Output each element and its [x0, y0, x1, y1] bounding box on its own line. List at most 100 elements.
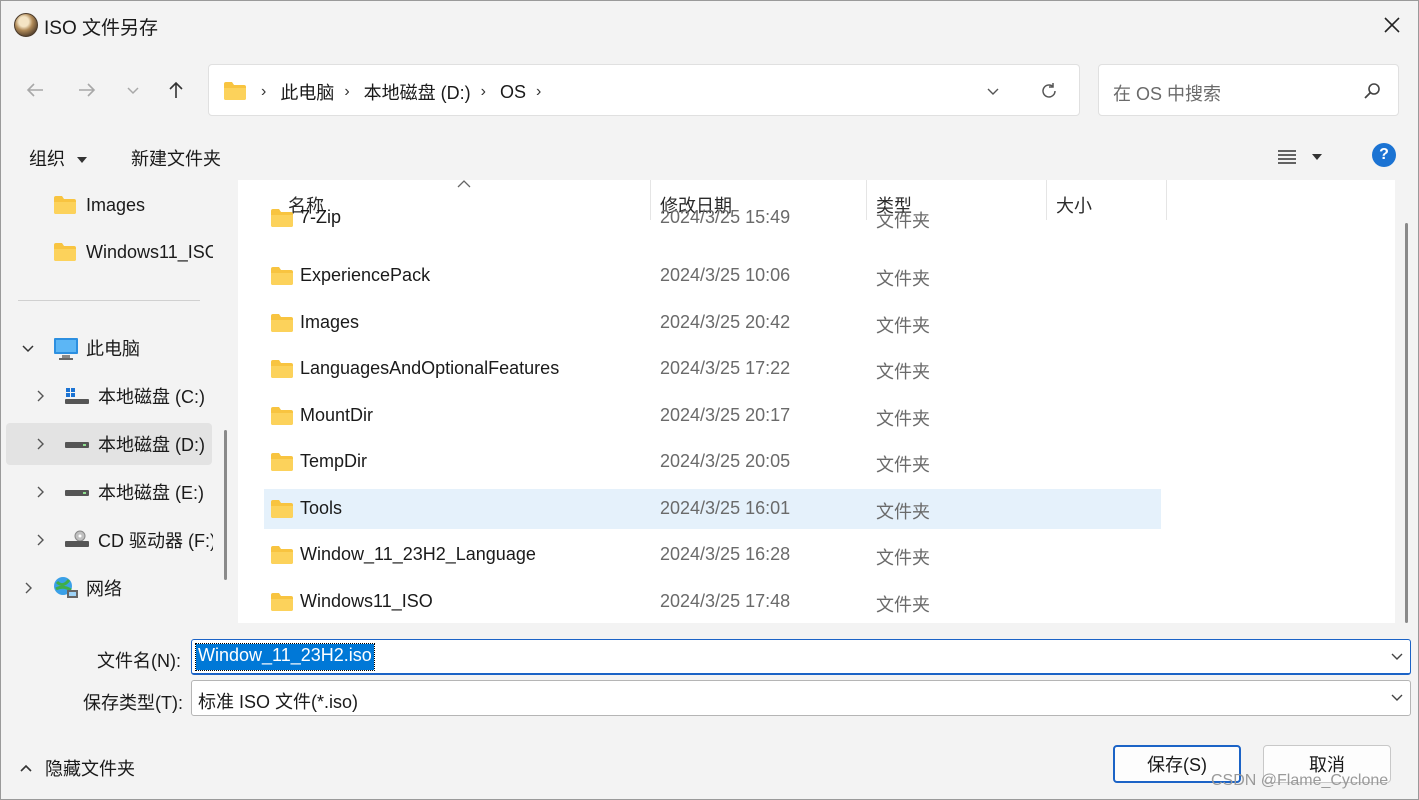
nav-item-network[interactable]: 网络 — [1, 567, 213, 609]
folder-icon — [271, 209, 293, 227]
filetype-value: 标准 ISO 文件(*.iso) — [198, 692, 359, 712]
nav-item-drive-d[interactable]: 本地磁盘 (D:) — [6, 423, 212, 465]
new-folder-button[interactable]: 新建文件夹 — [131, 145, 221, 171]
breadcrumb-drive-d[interactable]: 本地磁盘 (D:) — [360, 79, 475, 105]
file-type: 文件夹 — [876, 316, 930, 336]
folder-icon — [224, 82, 246, 100]
file-name: 7-Zip — [300, 207, 342, 227]
help-button[interactable]: ? — [1372, 143, 1396, 167]
file-date: 2024/3/25 16:01 — [660, 498, 791, 518]
expand-toggle[interactable] — [21, 341, 35, 355]
filename-input[interactable]: Window_11_23H2.iso — [195, 643, 375, 671]
file-date: 2024/3/25 10:06 — [660, 265, 791, 285]
watermark: CSDN @Flame_Cyclone — [1211, 772, 1389, 789]
hide-folders-toggle[interactable]: 隐藏文件夹 — [19, 755, 135, 781]
file-date: 2024/3/25 17:48 — [660, 591, 791, 611]
folder-icon — [54, 196, 76, 214]
file-type: 文件夹 — [876, 269, 930, 289]
column-divider[interactable] — [1166, 180, 1167, 220]
chevron-down-icon[interactable] — [1390, 649, 1404, 663]
view-options-button[interactable] — [1277, 144, 1337, 170]
help-icon: ? — [1379, 146, 1389, 163]
arrow-up-icon — [169, 81, 183, 98]
breadcrumb-separator[interactable]: › — [475, 83, 496, 101]
chevron-right-icon — [37, 390, 44, 402]
file-list: 名称 修改日期 类型 大小 7-Zip 2024/3/25 15:49 文件夹 Exp… — [238, 180, 1395, 623]
expand-toggle[interactable] — [33, 389, 47, 403]
expand-toggle[interactable] — [33, 437, 47, 451]
chevron-down-icon — [22, 345, 34, 353]
refresh-button[interactable] — [1035, 77, 1063, 105]
chevron-down-icon[interactable] — [1390, 690, 1404, 704]
back-button[interactable] — [20, 75, 50, 105]
refresh-icon — [1042, 83, 1056, 98]
nav-item-label: Images — [86, 194, 146, 215]
file-date: 2024/3/25 17:22 — [660, 358, 791, 378]
expand-toggle[interactable] — [33, 533, 47, 547]
file-row[interactable]: Images 2024/3/25 20:42 文件夹 — [264, 303, 1161, 343]
forward-button[interactable] — [72, 75, 102, 105]
nav-item-images[interactable]: Images — [1, 184, 213, 226]
file-name: LanguagesAndOptionalFeatures — [300, 358, 560, 378]
organize-label: 组织 — [29, 149, 65, 169]
search-icon — [1364, 83, 1380, 99]
file-name: Tools — [300, 498, 343, 518]
file-type: 文件夹 — [876, 502, 930, 522]
window-title: ISO 文件另存 — [44, 18, 159, 39]
folder-icon — [271, 546, 293, 564]
command-bar: 组织 新建文件夹 ? — [1, 132, 1418, 180]
breadcrumb-separator[interactable]: › — [530, 83, 551, 101]
address-bar[interactable]: › 此电脑 › 本地磁盘 (D:) › OS › — [208, 64, 1080, 116]
caret-down-icon — [77, 157, 88, 163]
file-row[interactable]: Window_11_23H2_Language 2024/3/25 16:28 文件… — [264, 535, 1161, 575]
nav-divider — [18, 300, 200, 301]
breadcrumb-separator[interactable]: › — [338, 83, 359, 101]
expand-toggle[interactable] — [21, 581, 35, 595]
file-name: Window_11_23H2_Language — [300, 544, 536, 564]
file-row[interactable]: MountDir 2024/3/25 20:17 文件夹 — [264, 396, 1161, 436]
file-row[interactable]: LanguagesAndOptionalFeatures 2024/3/25 17… — [264, 349, 1161, 389]
file-row[interactable]: TempDir 2024/3/25 20:05 文件夹 — [264, 442, 1161, 482]
filename-field[interactable]: Window_11_23H2.iso — [191, 639, 1411, 675]
cd-drive-icon — [65, 530, 89, 547]
folder-icon — [54, 243, 76, 261]
nav-item-drive-f[interactable]: CD 驱动器 (F:) — [1, 519, 213, 561]
recent-locations-button[interactable] — [118, 75, 148, 105]
file-row[interactable]: Tools 2024/3/25 16:01 文件夹 — [264, 489, 1161, 529]
close-button[interactable] — [1376, 9, 1408, 41]
nav-item-label: 本地磁盘 (E:) — [98, 483, 204, 503]
breadcrumb-this-pc[interactable]: 此电脑 — [276, 79, 338, 105]
filetype-label: 保存类型(T): — [83, 693, 183, 713]
filetype-select[interactable]: 标准 ISO 文件(*.iso) — [191, 680, 1411, 716]
folder-icon — [271, 360, 293, 378]
chevron-down-icon — [127, 87, 139, 95]
chevron-right-icon — [37, 486, 44, 498]
expand-toggle[interactable] — [33, 485, 47, 499]
nav-item-drive-c[interactable]: 本地磁盘 (C:) — [1, 375, 213, 417]
file-row[interactable]: Windows11_ISO 2024/3/25 17:48 文件夹 — [264, 582, 1161, 622]
nav-item-drive-e[interactable]: 本地磁盘 (E:) — [1, 471, 213, 513]
folder-icon — [271, 314, 293, 332]
file-row[interactable]: 7-Zip 2024/3/25 15:49 文件夹 — [264, 198, 1161, 234]
filename-label: 文件名(N): — [97, 651, 181, 671]
file-name: ExperiencePack — [300, 265, 431, 285]
chevron-right-icon — [37, 438, 44, 450]
breadcrumb-os[interactable]: OS — [496, 82, 530, 103]
organize-menu[interactable]: 组织 — [29, 145, 88, 171]
file-row[interactable]: ExperiencePack 2024/3/25 10:06 文件夹 — [264, 256, 1161, 296]
file-type: 文件夹 — [876, 548, 930, 568]
address-history-button[interactable] — [979, 77, 1007, 105]
search-box[interactable]: 在 OS 中搜索 — [1098, 64, 1399, 116]
chevron-down-icon — [987, 88, 999, 95]
nav-item-this-pc[interactable]: 此电脑 — [1, 327, 213, 369]
hide-folders-label: 隐藏文件夹 — [45, 759, 135, 779]
file-list-scrollbar[interactable] — [1405, 223, 1408, 623]
save-dialog: ISO 文件另存 › 此电脑 › 本地磁盘 (D:) › OS › 在 OS 中… — [0, 0, 1419, 800]
navigation-pane: Images Windows11_ISO 此电脑 本地磁盘 (C:) 本地磁盘 … — [1, 180, 236, 623]
nav-item-windows11-iso[interactable]: Windows11_ISO — [1, 231, 213, 273]
nav-scrollbar[interactable] — [224, 430, 227, 580]
search-input[interactable]: 在 OS 中搜索 — [1113, 80, 1221, 106]
up-button[interactable] — [161, 75, 191, 105]
breadcrumb-separator[interactable]: › — [255, 83, 276, 101]
file-type: 文件夹 — [876, 595, 930, 615]
